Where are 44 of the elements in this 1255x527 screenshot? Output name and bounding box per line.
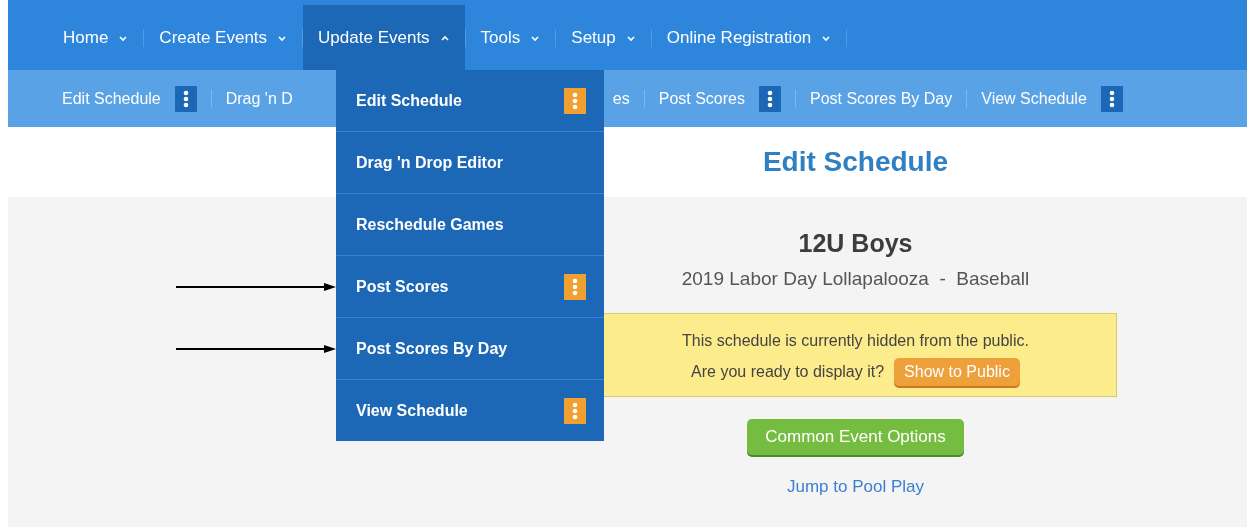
caret-down-icon bbox=[625, 33, 636, 42]
more-menu-icon[interactable] bbox=[564, 397, 586, 424]
more-menu-icon[interactable] bbox=[564, 87, 586, 114]
caret-up-icon bbox=[439, 33, 450, 42]
notice-question: Are you ready to display it? bbox=[691, 363, 885, 381]
common-event-options-button[interactable]: Common Event Options bbox=[747, 419, 964, 455]
menu-item-label: Drag 'n Drop Editor bbox=[356, 153, 503, 172]
menu-item[interactable]: View Schedule bbox=[336, 379, 604, 441]
nav-tab[interactable]: Create Events bbox=[144, 5, 303, 70]
nav-tab[interactable]: Home bbox=[48, 5, 144, 70]
subnav-link[interactable]: View Schedule bbox=[981, 85, 1137, 112]
subnav-link[interactable]: es bbox=[612, 89, 644, 108]
subnav-link[interactable]: Post Scores By Day bbox=[810, 89, 967, 108]
event-subtitle: 2019 Labor Day Lollapalooza - Baseball bbox=[681, 268, 1030, 290]
nav-tab[interactable]: Setup bbox=[556, 5, 651, 70]
menu-item-label: Post Scores By Day bbox=[356, 339, 508, 358]
subnav-link[interactable]: Edit Schedule bbox=[62, 85, 211, 112]
menu-item-label: Post Scores bbox=[356, 277, 449, 296]
notice-message: This schedule is currently hidden from the public. bbox=[682, 332, 1029, 350]
caret-down-icon bbox=[530, 33, 541, 42]
show-to-public-button[interactable]: Show to Public bbox=[894, 358, 1020, 386]
caret-down-icon bbox=[821, 33, 832, 42]
subnav-link[interactable]: Post Scores bbox=[658, 85, 795, 112]
caret-down-icon bbox=[277, 33, 288, 42]
menu-item-label: View Schedule bbox=[356, 401, 468, 420]
more-menu-icon[interactable] bbox=[174, 85, 197, 112]
nav-tab[interactable]: Update Events bbox=[303, 5, 465, 70]
menu-item[interactable]: Post Scores bbox=[336, 255, 604, 317]
menu-item[interactable]: Edit Schedule bbox=[336, 70, 604, 131]
nav-tab[interactable]: Tools bbox=[465, 5, 556, 70]
caret-down-icon bbox=[118, 33, 129, 42]
menu-item-label: Edit Schedule bbox=[356, 91, 462, 110]
menu-item-label: Reschedule Games bbox=[356, 215, 504, 234]
nav-tab[interactable]: Online Registration bbox=[651, 5, 847, 70]
more-menu-icon[interactable] bbox=[1100, 85, 1123, 112]
page-title: Edit Schedule bbox=[762, 146, 949, 178]
more-menu-icon[interactable] bbox=[564, 273, 586, 300]
more-menu-icon[interactable] bbox=[759, 85, 781, 112]
menu-item[interactable]: Drag 'n Drop Editor bbox=[336, 131, 604, 193]
menu-item[interactable]: Post Scores By Day bbox=[336, 317, 604, 379]
division-title: 12U Boys bbox=[798, 229, 913, 258]
subnav-link[interactable]: Drag 'n D bbox=[225, 89, 307, 108]
menu-item[interactable]: Reschedule Games bbox=[336, 193, 604, 255]
pool-play-link[interactable]: Jump to Pool Play bbox=[787, 477, 924, 497]
